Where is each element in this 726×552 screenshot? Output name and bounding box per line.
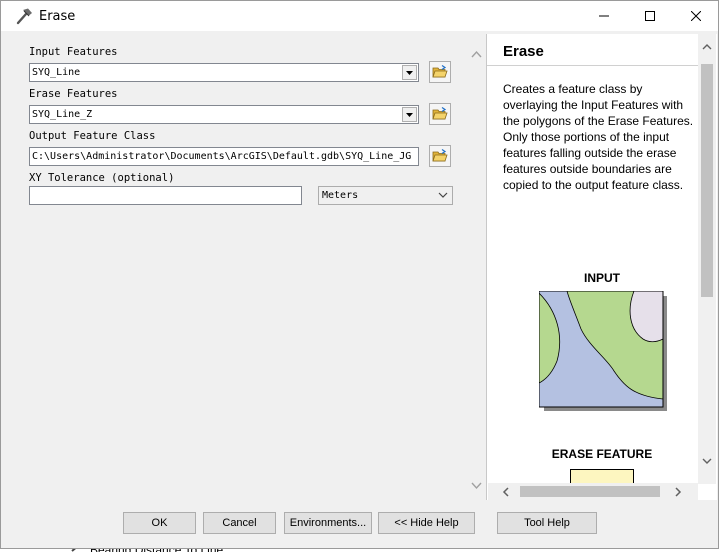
help-divider <box>487 65 701 66</box>
hammer-icon <box>16 8 32 25</box>
output-feature-class-browse-button[interactable] <box>429 145 451 167</box>
scrollbar-thumb[interactable] <box>701 64 713 297</box>
chevron-left-icon[interactable] <box>502 487 510 497</box>
chevron-down-icon <box>406 112 413 117</box>
units-value: Meters <box>322 190 359 201</box>
folder-open-icon <box>432 149 448 162</box>
dropdown-arrow-button[interactable] <box>402 107 417 122</box>
chevron-down-icon <box>438 192 448 198</box>
minimize-button[interactable] <box>581 1 627 31</box>
maximize-icon <box>645 11 655 21</box>
chevron-down-icon[interactable] <box>471 482 482 490</box>
input-features-combo[interactable]: SYQ_Line <box>29 63 419 82</box>
close-button[interactable] <box>673 1 719 31</box>
parameters-panel: Input Features SYQ_Line Erase Features S… <box>9 34 484 500</box>
minimize-icon <box>599 15 609 17</box>
diagram-input-label: INPUT <box>584 271 620 285</box>
xy-tolerance-input[interactable] <box>29 186 302 205</box>
chevron-down-icon[interactable] <box>702 458 712 465</box>
scrollbar-thumb[interactable] <box>520 486 660 497</box>
chevron-up-icon[interactable] <box>702 43 712 50</box>
help-title: Erase <box>503 43 544 60</box>
erase-features-combo[interactable]: SYQ_Line_Z <box>29 105 419 124</box>
help-horizontal-scrollbar[interactable] <box>488 483 698 500</box>
window-title: Erase <box>39 9 76 24</box>
help-panel: Erase Creates a feature class by overlay… <box>486 34 717 500</box>
input-features-browse-button[interactable] <box>429 61 451 83</box>
parameters-scrollbar[interactable] <box>468 42 485 494</box>
chevron-up-icon[interactable] <box>471 50 482 58</box>
environments-button[interactable]: Environments... <box>284 512 372 534</box>
folder-open-icon <box>432 65 448 78</box>
close-icon <box>691 11 701 21</box>
xy-tolerance-label: XY Tolerance (optional) <box>29 172 175 184</box>
chevron-down-icon <box>406 70 413 75</box>
title-bar: Erase <box>1 1 718 31</box>
tool-help-button[interactable]: Tool Help <box>497 512 597 534</box>
xy-tolerance-units-select[interactable]: Meters <box>318 186 453 205</box>
cancel-button[interactable]: Cancel <box>203 512 276 534</box>
help-description: Creates a feature class by overlaying th… <box>503 82 694 192</box>
ok-button[interactable]: OK <box>123 512 196 534</box>
chevron-right-icon[interactable] <box>674 487 682 497</box>
maximize-button[interactable] <box>627 1 673 31</box>
diagram-erase-label: ERASE FEATURE <box>551 447 653 461</box>
input-features-value: SYQ_Line <box>32 67 81 78</box>
erase-features-label: Erase Features <box>29 88 118 100</box>
erase-dialog: Erase Input Features SYQ_Line Erase Feat… <box>0 0 719 549</box>
output-feature-class-input[interactable]: C:\Users\Administrator\Documents\ArcGIS\… <box>29 147 419 166</box>
hide-help-button[interactable]: << Hide Help <box>378 512 475 534</box>
help-vertical-scrollbar[interactable] <box>698 34 716 484</box>
folder-open-icon <box>432 107 448 120</box>
input-features-label: Input Features <box>29 46 118 58</box>
input-diagram <box>539 291 667 411</box>
erase-features-browse-button[interactable] <box>429 103 451 125</box>
output-feature-class-label: Output Feature Class <box>29 130 156 142</box>
dropdown-arrow-button[interactable] <box>402 65 417 80</box>
erase-features-value: SYQ_Line_Z <box>32 109 93 120</box>
